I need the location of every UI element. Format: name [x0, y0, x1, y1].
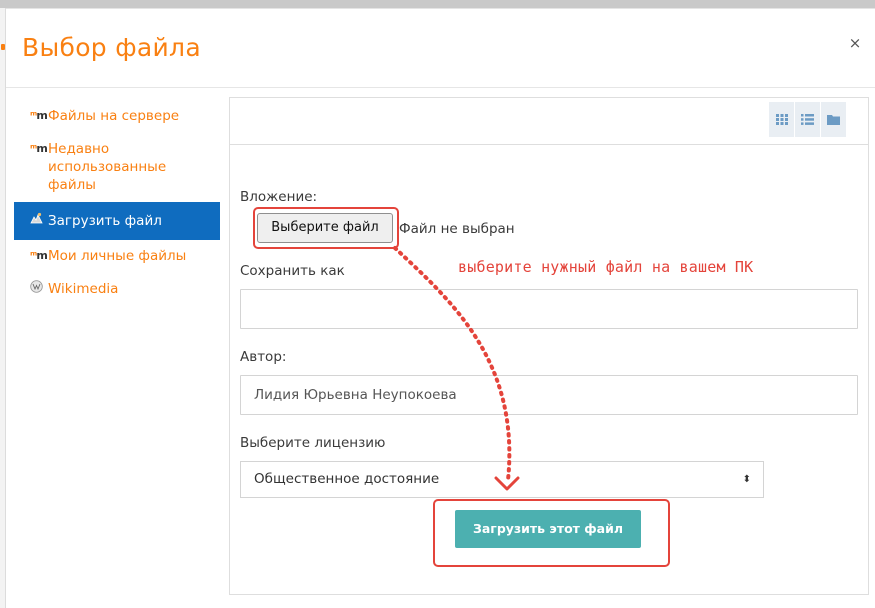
dotted-arrow-icon [393, 246, 520, 491]
